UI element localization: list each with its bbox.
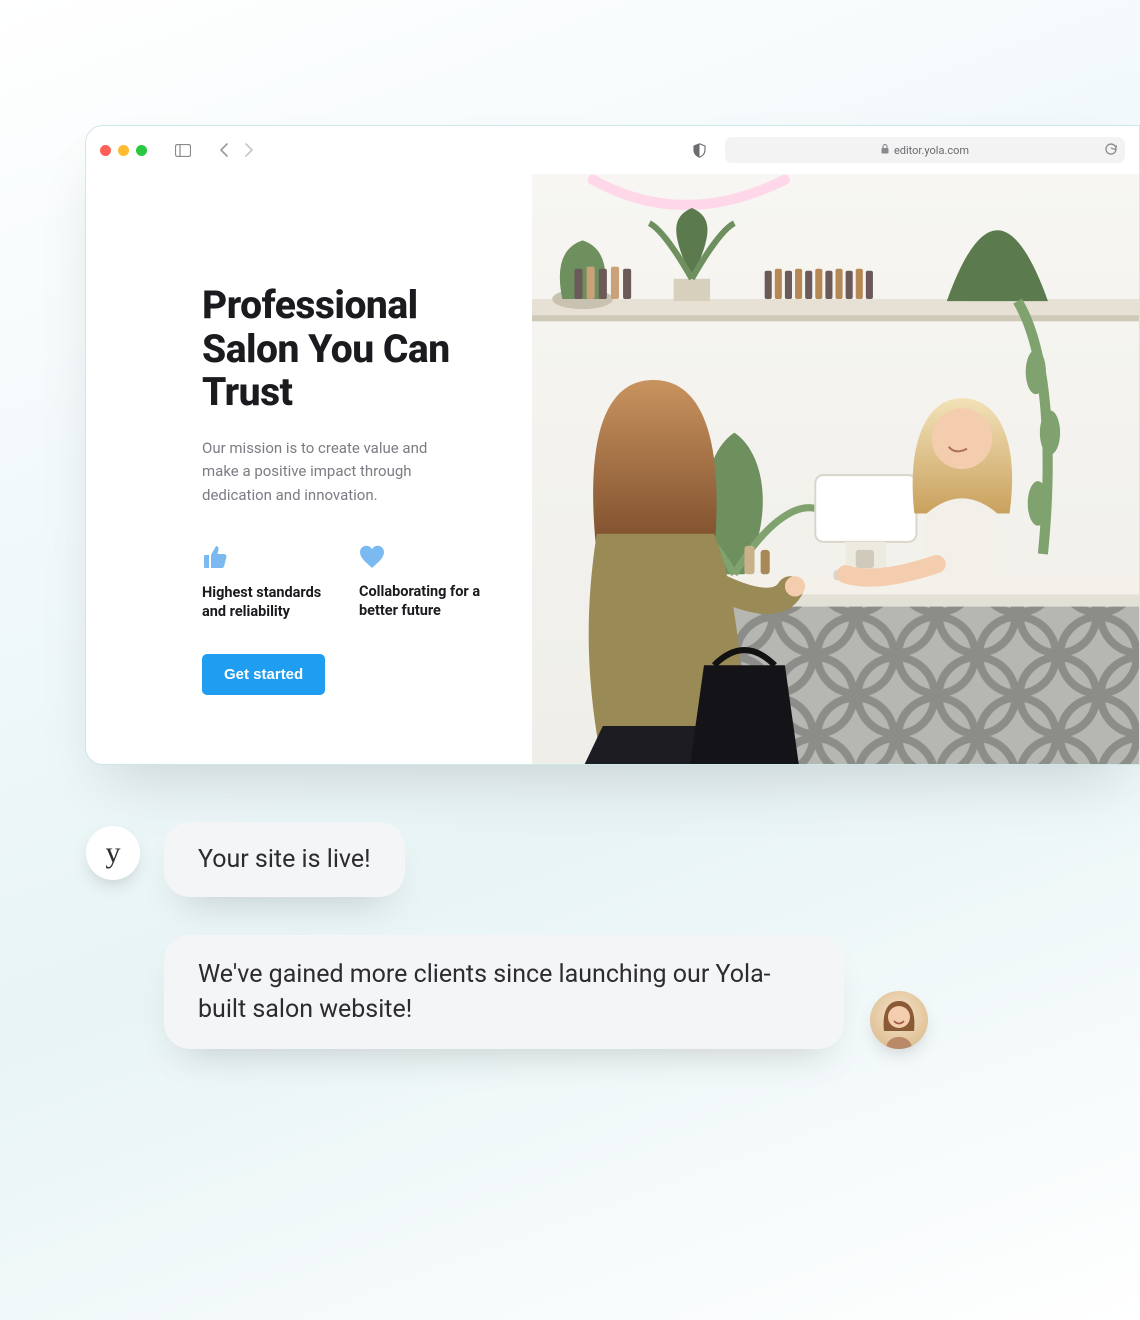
page-subtext: Our mission is to create value and make … [202,437,462,507]
user-message-row: We've gained more clients since launchin… [86,935,946,1049]
thumbs-up-icon [202,545,327,569]
bot-message-row: y Your site is live! [86,822,946,897]
lock-icon [881,144,889,157]
bot-message-bubble: Your site is live! [164,822,405,897]
reload-button[interactable] [1105,142,1117,158]
browser-window: editor.yola.com Professional Salon You C… [85,125,1140,765]
sidebar-toggle-icon[interactable] [173,140,193,160]
feature-standards: Highest standards and reliability [202,545,327,622]
feature-label: Collaborating for a better future [359,582,484,621]
bot-avatar-glyph: y [106,836,121,870]
traffic-lights [100,145,147,156]
close-window-button[interactable] [100,145,111,156]
feature-label: Highest standards and reliability [202,583,327,622]
chat-area: y Your site is live! We've gained more c… [86,822,946,1049]
content-left: Professional Salon You Can Trust Our mis… [86,174,532,764]
page-headline: Professional Salon You Can Trust [202,284,484,415]
heart-icon [359,545,484,568]
address-bar-url: editor.yola.com [894,144,969,157]
forward-button[interactable] [241,140,257,160]
address-bar[interactable]: editor.yola.com [725,137,1125,163]
back-button[interactable] [215,140,231,160]
browser-chrome: editor.yola.com [86,126,1139,174]
get-started-button[interactable]: Get started [202,654,325,695]
bot-message-text: Your site is live! [198,845,371,874]
maximize-window-button[interactable] [136,145,147,156]
user-message-bubble: We've gained more clients since launchin… [164,935,844,1049]
bot-avatar: y [86,826,140,880]
features: Highest standards and reliability Collab… [202,545,484,622]
hero-image [532,174,1139,764]
minimize-window-button[interactable] [118,145,129,156]
browser-body: Professional Salon You Can Trust Our mis… [86,174,1139,764]
user-message-text: We've gained more clients since launchin… [198,960,771,1024]
privacy-shield-icon[interactable] [689,140,709,160]
feature-collaboration: Collaborating for a better future [359,545,484,622]
user-avatar [870,991,928,1049]
